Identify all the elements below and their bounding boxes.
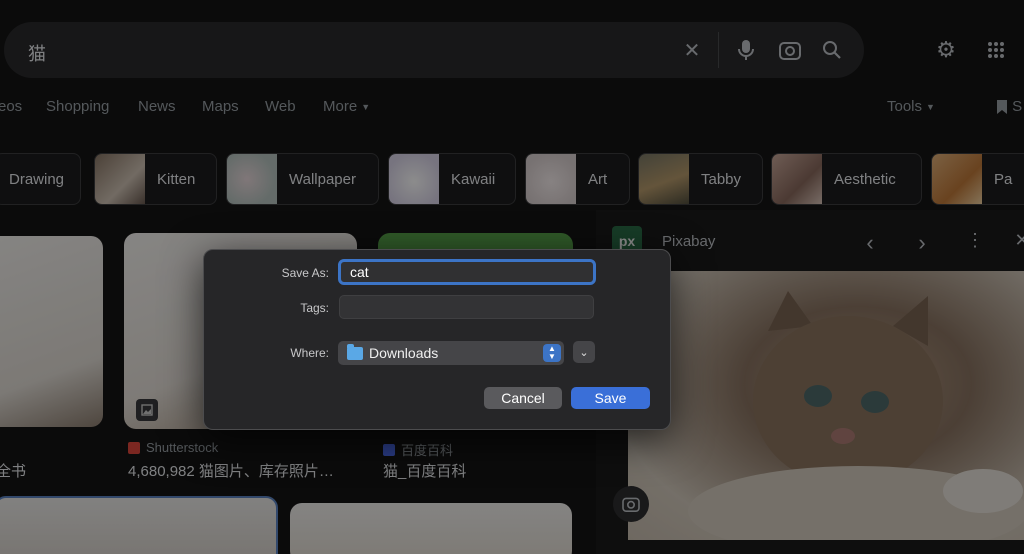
where-select[interactable]: Downloads ▲ ▼ [338,341,564,365]
tags-label: Tags: [300,301,329,315]
folder-icon [347,343,363,360]
save-button[interactable]: Save [571,387,650,409]
cancel-button[interactable]: Cancel [484,387,562,409]
where-value: Downloads [369,345,439,361]
expand-button[interactable]: ⌄ [573,341,595,363]
save-as-field[interactable]: cat [338,259,596,285]
save-dialog: Save As: cat Tags: Where: Downloads ▲ ▼ ⌄… [203,249,671,430]
chevron-down-icon: ⌄ [579,346,589,359]
where-label: Where: [290,346,329,360]
tags-field[interactable] [339,295,594,319]
save-as-label: Save As: [281,266,329,280]
up-down-stepper-icon: ▲ ▼ [543,344,561,362]
